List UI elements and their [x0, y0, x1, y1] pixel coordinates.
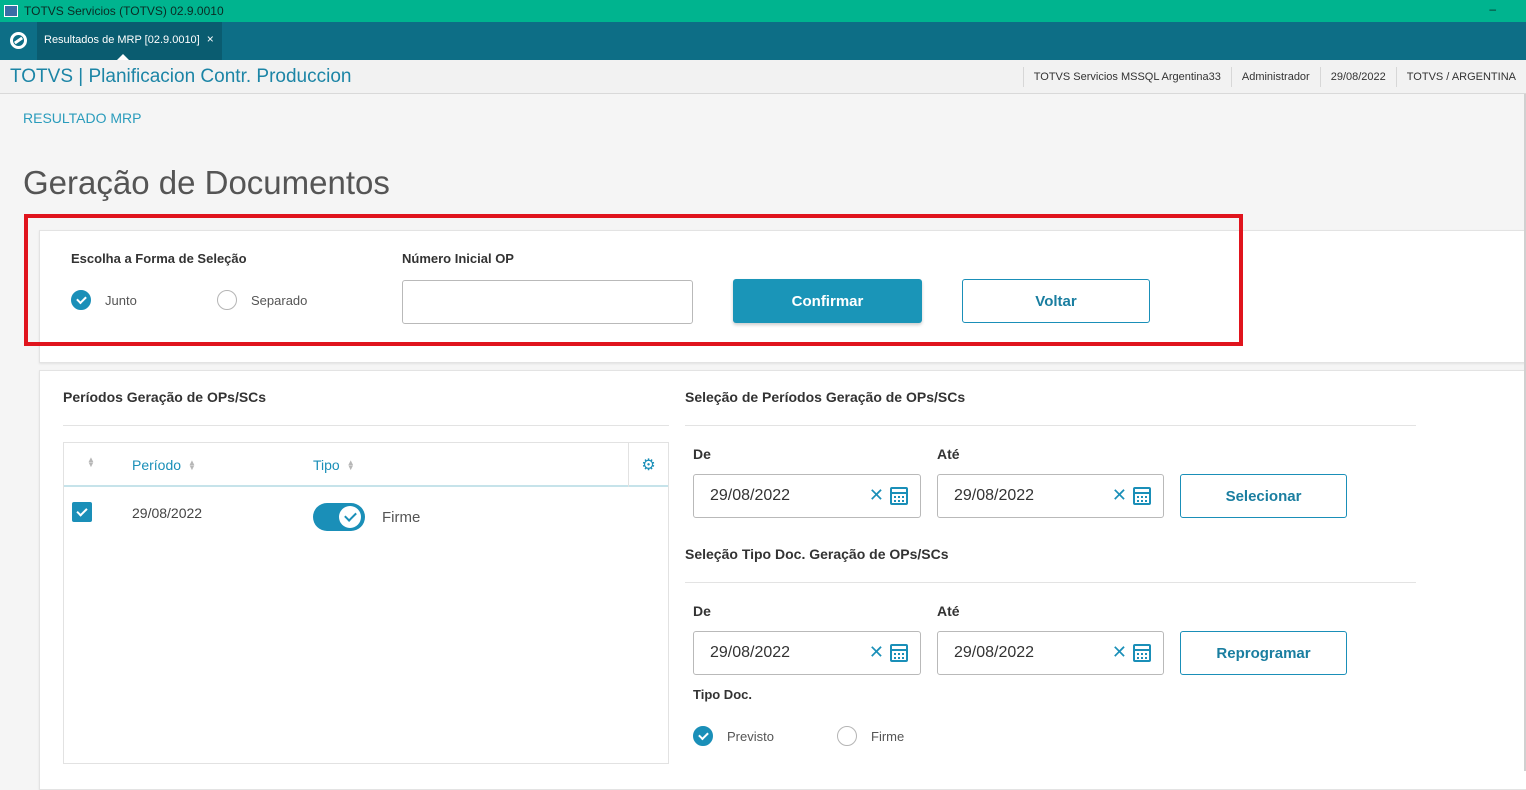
- column-header-periodo[interactable]: Período ▲ ▼: [132, 457, 196, 473]
- totvs-logo-icon[interactable]: [10, 32, 27, 49]
- row-type-label: Firme: [382, 509, 421, 526]
- period-to-datepicker[interactable]: 29/08/2022 ✕: [937, 474, 1164, 518]
- type-from-datepicker[interactable]: 29/08/2022 ✕: [693, 631, 921, 675]
- window-title: TOTVS Servicios (TOTVS) 02.9.0010: [24, 4, 224, 18]
- type-to-label: Até: [937, 603, 960, 619]
- company-label: TOTVS / ARGENTINA: [1395, 67, 1526, 87]
- divider: [685, 582, 1416, 583]
- table-header: ▲ ▼ Período ▲ ▼ Tipo ▲ ▼ ⚙: [64, 443, 668, 487]
- radio-previsto-label: Previsto: [727, 728, 774, 744]
- radio-unchecked-icon: [837, 726, 857, 746]
- period-from-label: De: [693, 446, 711, 462]
- annotation-highlight-box: [24, 214, 1243, 346]
- app-window-icon: [4, 5, 18, 17]
- type-from-label: De: [693, 603, 711, 619]
- breadcrumb[interactable]: RESULTADO MRP: [23, 110, 142, 126]
- sort-icon: ▲ ▼: [346, 458, 355, 472]
- select-button[interactable]: Selecionar: [1180, 474, 1347, 518]
- clear-icon[interactable]: ✕: [869, 642, 884, 663]
- settings-gear-icon[interactable]: ⚙: [628, 443, 668, 487]
- app-header: TOTVS | Planificacion Contr. Produccion …: [0, 60, 1526, 94]
- calendar-icon[interactable]: [890, 644, 908, 662]
- radio-previsto[interactable]: Previsto: [693, 726, 774, 746]
- minimize-button[interactable]: –: [1489, 2, 1496, 16]
- periods-table: ▲ ▼ Período ▲ ▼ Tipo ▲ ▼ ⚙ 29/08/2022 Firme: [63, 442, 669, 764]
- tab-close-icon[interactable]: ×: [207, 32, 214, 46]
- tab-bar: Resultados de MRP [02.9.0010] ×: [0, 22, 1526, 60]
- date-label: 29/08/2022: [1319, 67, 1396, 87]
- clear-icon[interactable]: ✕: [1112, 485, 1127, 506]
- calendar-icon[interactable]: [890, 487, 908, 505]
- toggle-check-icon: [339, 506, 361, 528]
- window-titlebar: TOTVS Servicios (TOTVS) 02.9.0010 –: [0, 0, 1526, 22]
- divider: [63, 425, 669, 426]
- reprogram-button[interactable]: Reprogramar: [1180, 631, 1347, 675]
- clear-icon[interactable]: ✕: [1112, 642, 1127, 663]
- row-period: 29/08/2022: [132, 505, 203, 521]
- environment-label: TOTVS Servicios MSSQL Argentina33: [1022, 67, 1231, 87]
- type-to-datepicker[interactable]: 29/08/2022 ✕: [937, 631, 1164, 675]
- type-from-value: 29/08/2022: [710, 644, 791, 661]
- doc-type-label: Tipo Doc.: [693, 687, 752, 702]
- period-from-value: 29/08/2022: [710, 487, 791, 504]
- header-info: TOTVS Servicios MSSQL Argentina33 Admini…: [1022, 60, 1526, 94]
- radio-firme-label: Firme: [871, 728, 905, 744]
- tab-resultados-mrp[interactable]: Resultados de MRP [02.9.0010] ×: [37, 22, 222, 60]
- radio-checked-icon: [693, 726, 713, 746]
- column-tipo-label: Tipo: [313, 457, 340, 473]
- sort-icon: ▲ ▼: [188, 458, 196, 472]
- divider: [685, 425, 1416, 426]
- periods-title: Períodos Geração de OPs/SCs: [63, 389, 267, 405]
- period-from-datepicker[interactable]: 29/08/2022 ✕: [693, 474, 921, 518]
- calendar-icon[interactable]: [1133, 487, 1151, 505]
- clear-icon[interactable]: ✕: [869, 485, 884, 506]
- user-label: Administrador: [1230, 67, 1320, 87]
- calendar-icon[interactable]: [1133, 644, 1151, 662]
- select-sort-icon[interactable]: ▲ ▼: [80, 456, 95, 469]
- type-to-value: 29/08/2022: [954, 644, 1035, 661]
- period-selection-title: Seleção de Períodos Geração de OPs/SCs: [685, 389, 966, 405]
- period-to-value: 29/08/2022: [954, 487, 1035, 504]
- column-periodo-label: Período: [132, 457, 182, 473]
- app-title: TOTVS | Planificacion Contr. Produccion: [10, 66, 352, 87]
- period-to-label: Até: [937, 446, 960, 462]
- column-header-tipo[interactable]: Tipo ▲ ▼: [313, 457, 355, 473]
- radio-firme[interactable]: Firme: [837, 726, 904, 746]
- type-selection-title: Seleção Tipo Doc. Geração de OPs/SCs: [685, 546, 949, 562]
- row-checkbox[interactable]: [72, 502, 92, 522]
- row-type-toggle[interactable]: [313, 503, 365, 531]
- page-title: Geração de Documentos: [23, 164, 390, 201]
- tab-label: Resultados de MRP [02.9.0010]: [44, 34, 200, 46]
